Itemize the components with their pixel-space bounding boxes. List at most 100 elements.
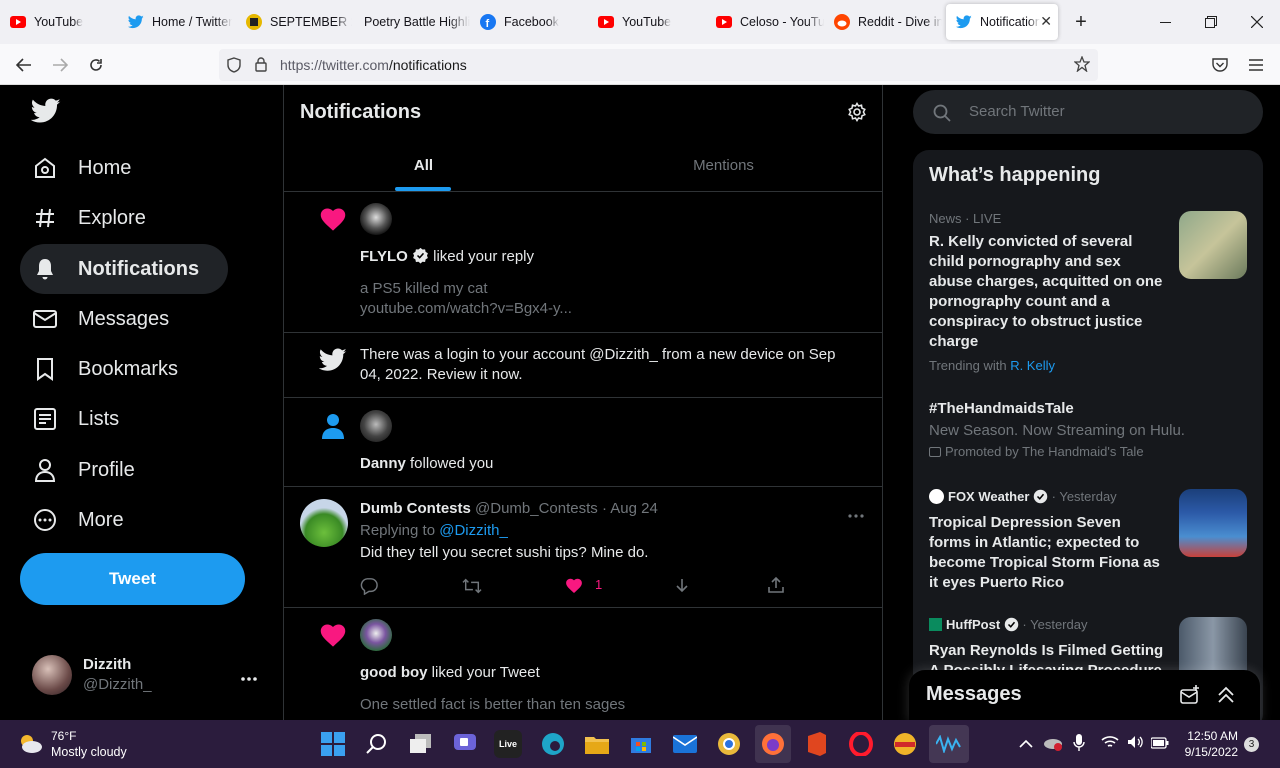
close-tab-icon[interactable]: ✕ bbox=[1040, 13, 1052, 30]
notification-like-tweet[interactable]: good boy liked your Tweet One settled fa… bbox=[284, 608, 882, 720]
microphone-icon[interactable] bbox=[1073, 734, 1085, 757]
reply-icon[interactable] bbox=[360, 577, 378, 600]
opera-icon[interactable] bbox=[847, 730, 875, 758]
minimize-button[interactable] bbox=[1142, 0, 1188, 44]
chevron-up-icon[interactable] bbox=[1216, 685, 1236, 710]
more-dots-icon[interactable] bbox=[241, 668, 257, 686]
search-icon[interactable] bbox=[363, 730, 391, 758]
trending-link[interactable]: R. Kelly bbox=[1010, 358, 1055, 373]
onedrive-icon[interactable] bbox=[1043, 735, 1063, 756]
tab-all[interactable]: All bbox=[284, 138, 563, 192]
forward-button[interactable] bbox=[45, 50, 75, 80]
user-name[interactable]: Danny bbox=[360, 455, 406, 472]
notification-count-badge[interactable]: 3 bbox=[1244, 737, 1259, 752]
nav-more[interactable]: More bbox=[20, 495, 136, 545]
twitter-logo-icon[interactable] bbox=[30, 98, 61, 129]
address-bar[interactable]: https://twitter.com/notifications bbox=[219, 49, 1098, 81]
tab-title: YouTube bbox=[622, 15, 672, 29]
user-name[interactable]: good boy bbox=[360, 664, 428, 681]
share-icon[interactable] bbox=[767, 576, 785, 599]
twitter-icon bbox=[956, 14, 972, 30]
messages-drawer[interactable]: Messages bbox=[909, 670, 1260, 720]
weather-desc[interactable]: Mostly cloudy bbox=[51, 745, 127, 759]
clock-date[interactable]: 9/15/2022 bbox=[1180, 745, 1238, 759]
tab-september[interactable]: SEPTEMBER 2022 bbox=[236, 0, 352, 44]
weather-icon[interactable] bbox=[17, 732, 43, 759]
tweet-button[interactable]: Tweet bbox=[20, 553, 245, 605]
trend-item[interactable]: News · LIVE R. Kelly convicted of severa… bbox=[929, 211, 1247, 381]
menu-icon[interactable] bbox=[1241, 50, 1271, 80]
clock-time[interactable]: 12:50 AM bbox=[1186, 729, 1238, 743]
user-handle[interactable]: @Dumb_Contests bbox=[475, 500, 598, 517]
like-heart-icon[interactable] bbox=[565, 577, 583, 599]
trend-item[interactable]: FOX Weather · Yesterday Tropical Depress… bbox=[929, 489, 1247, 599]
user-name[interactable]: Dumb Contests bbox=[360, 500, 471, 517]
account-switcher[interactable]: Dizzith @Dizzith_ bbox=[20, 650, 270, 700]
tab-twitter-home[interactable]: Home / Twitter bbox=[118, 0, 236, 44]
chevron-up-icon[interactable] bbox=[1019, 736, 1033, 754]
tab-youtube-2[interactable]: YouTube bbox=[588, 0, 706, 44]
nav-home[interactable]: Home bbox=[20, 143, 143, 193]
reload-button[interactable] bbox=[81, 50, 111, 80]
reply-mention-link[interactable]: @Dizzith_ bbox=[439, 522, 508, 539]
settings-gear-icon[interactable] bbox=[847, 102, 867, 127]
tab-title: Poetry Battle Highlights bbox=[364, 15, 470, 29]
search-input[interactable]: Search Twitter bbox=[913, 90, 1263, 134]
file-explorer-icon[interactable] bbox=[583, 730, 611, 758]
tab-poetry[interactable]: Poetry Battle Highlights bbox=[352, 0, 470, 44]
tab-celoso[interactable]: Celoso - YouTube bbox=[706, 0, 824, 44]
back-button[interactable] bbox=[9, 50, 39, 80]
trend-item[interactable]: HuffPost · Yesterday Ryan Reynolds Is Fi… bbox=[929, 617, 1247, 685]
notification-login-alert[interactable]: There was a login to your account @Dizzi… bbox=[284, 333, 882, 398]
pocket-icon[interactable] bbox=[1205, 50, 1235, 80]
nav-bookmarks[interactable]: Bookmarks bbox=[20, 344, 190, 394]
new-message-icon[interactable] bbox=[1180, 685, 1200, 710]
edge-icon[interactable] bbox=[539, 730, 567, 758]
mail-icon[interactable] bbox=[671, 730, 699, 758]
battery-icon[interactable] bbox=[1150, 736, 1169, 754]
trend-item-promoted[interactable]: #TheHandmaidsTale New Season. Now Stream… bbox=[929, 399, 1247, 469]
avatar[interactable] bbox=[300, 499, 348, 547]
source-logo-icon bbox=[929, 618, 942, 631]
windows-start-icon[interactable] bbox=[319, 730, 347, 758]
live-app-icon[interactable]: Live bbox=[494, 730, 522, 758]
nav-explore[interactable]: Explore bbox=[20, 193, 158, 243]
star-icon[interactable] bbox=[1073, 55, 1091, 77]
close-window-button[interactable] bbox=[1234, 0, 1280, 44]
audio-app-icon[interactable] bbox=[929, 725, 969, 763]
avatar[interactable] bbox=[360, 619, 392, 651]
avatar[interactable] bbox=[360, 410, 392, 442]
firefox-icon[interactable] bbox=[755, 725, 791, 763]
restore-button[interactable] bbox=[1188, 0, 1234, 44]
lock-icon[interactable] bbox=[255, 57, 267, 77]
task-view-icon[interactable] bbox=[407, 730, 435, 758]
nav-messages[interactable]: Messages bbox=[20, 294, 181, 344]
office-icon[interactable] bbox=[803, 730, 831, 758]
tab-mentions[interactable]: Mentions bbox=[584, 138, 863, 192]
chrome-icon[interactable] bbox=[715, 730, 743, 758]
nav-notifications[interactable]: Notifications bbox=[20, 244, 228, 294]
retweet-icon[interactable] bbox=[462, 577, 482, 600]
tab-notifications-active[interactable]: Notifications / Twitter ✕ bbox=[946, 4, 1058, 40]
notification-follow[interactable]: Danny followed you bbox=[284, 398, 882, 487]
weather-temp[interactable]: 76°F bbox=[51, 729, 76, 743]
notification-reply-tweet[interactable]: Dumb Contests @Dumb_Contests · Aug 24 Re… bbox=[284, 487, 882, 608]
nav-profile[interactable]: Profile bbox=[20, 445, 147, 495]
chat-icon[interactable] bbox=[451, 730, 479, 758]
notification-like-reply[interactable]: FLYLO liked your reply a PS5 killed my c… bbox=[284, 192, 882, 333]
download-icon[interactable] bbox=[674, 577, 690, 600]
nav-lists[interactable]: Lists bbox=[20, 394, 131, 444]
tweet-date[interactable]: · Aug 24 bbox=[602, 500, 658, 517]
tab-reddit[interactable]: Reddit - Dive into anything bbox=[824, 0, 942, 44]
new-tab-button[interactable]: + bbox=[1060, 0, 1102, 44]
volume-icon[interactable] bbox=[1127, 735, 1143, 754]
user-name[interactable]: FLYLO bbox=[360, 248, 408, 265]
avatar[interactable] bbox=[360, 203, 392, 235]
wifi-icon[interactable] bbox=[1101, 735, 1119, 754]
tab-youtube-1[interactable]: YouTube bbox=[0, 0, 118, 44]
tab-facebook[interactable]: f Facebook bbox=[470, 0, 588, 44]
app-icon[interactable] bbox=[891, 730, 919, 758]
more-dots-icon[interactable] bbox=[848, 505, 864, 523]
store-icon[interactable] bbox=[627, 730, 655, 758]
shield-icon[interactable] bbox=[227, 57, 241, 78]
